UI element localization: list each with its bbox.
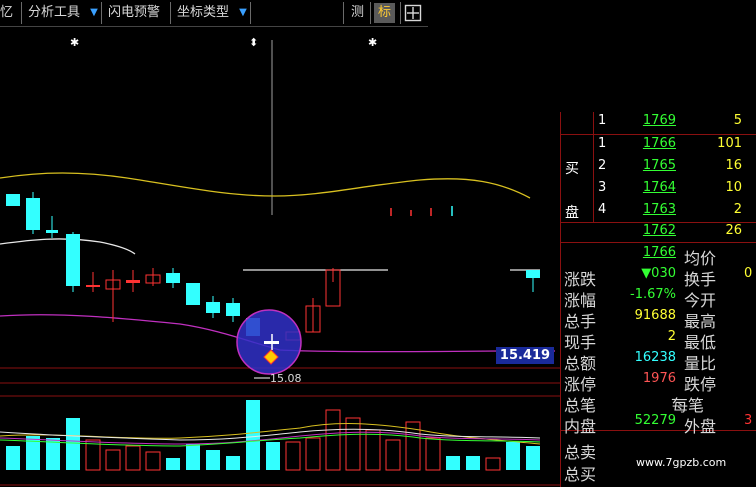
stat-label: 总买 bbox=[564, 465, 597, 484]
order-row[interactable]: 1762 26 bbox=[560, 223, 756, 245]
candle-up bbox=[86, 285, 100, 287]
disk-label: 盘 bbox=[565, 205, 579, 221]
low-price-label: 15.08 bbox=[270, 372, 302, 385]
order-level: 2 bbox=[598, 158, 607, 173]
stat-row: 涨跌 ▼030 换手 0 bbox=[560, 266, 756, 289]
order-price: 1762 bbox=[642, 223, 676, 238]
volume-bar bbox=[285, 441, 301, 471]
order-level: 3 bbox=[598, 180, 607, 195]
candle-down bbox=[26, 198, 40, 230]
stat-row: 涨停 1976 跌停 bbox=[560, 371, 756, 394]
volume-bar bbox=[506, 442, 520, 470]
watermark-text: www.7gpzb.com bbox=[636, 456, 727, 469]
stat-row: 现手 2 最低 bbox=[560, 329, 756, 352]
event-marker: ✱ bbox=[70, 36, 79, 49]
stat-value: 52279 bbox=[634, 413, 676, 428]
volume-bar bbox=[125, 445, 141, 471]
candle-down bbox=[206, 302, 220, 313]
stat-value: 1976 bbox=[642, 371, 676, 386]
upper-band-line bbox=[0, 172, 531, 199]
order-level: 4 bbox=[598, 202, 607, 217]
candle-down bbox=[166, 273, 180, 283]
candle-down bbox=[6, 194, 20, 206]
stat-value: 2 bbox=[667, 329, 676, 344]
volume-bar bbox=[485, 457, 501, 471]
stat-value: 91688 bbox=[634, 308, 676, 323]
volume-bar bbox=[105, 449, 121, 471]
order-row[interactable]: 3 1764 10 bbox=[560, 180, 756, 202]
volume-bar bbox=[425, 437, 441, 471]
order-volume: 5 bbox=[733, 113, 742, 128]
stat-row: 总手 91688 最高 bbox=[560, 308, 756, 331]
stat-value: 0 bbox=[744, 266, 753, 281]
volume-bar bbox=[246, 400, 260, 470]
stat-label: 外盘 bbox=[684, 417, 717, 436]
order-price: 1769 bbox=[642, 113, 676, 128]
order-price: 1766 bbox=[642, 136, 676, 151]
volume-bar bbox=[186, 444, 200, 470]
buy-label: 买 bbox=[565, 161, 579, 177]
volume-bar bbox=[66, 418, 80, 470]
stat-value: ▼030 bbox=[641, 266, 676, 281]
event-marker: ✱ bbox=[368, 36, 377, 49]
order-price: 1765 bbox=[642, 158, 676, 173]
volume-bar bbox=[266, 442, 280, 470]
volume-bar bbox=[345, 417, 361, 471]
order-level: 1 bbox=[598, 136, 607, 151]
order-row[interactable]: 1 1766 101 bbox=[560, 136, 756, 158]
order-row[interactable]: 1 1769 5 bbox=[560, 113, 756, 135]
volume-bar bbox=[226, 456, 240, 470]
order-volume: 10 bbox=[725, 180, 742, 195]
candle-down bbox=[526, 270, 540, 278]
stat-label: 总卖 bbox=[564, 443, 597, 462]
candle-down bbox=[186, 283, 200, 305]
volume-bar bbox=[446, 456, 460, 470]
order-row[interactable]: 买 2 1765 16 bbox=[560, 158, 756, 180]
candle-up bbox=[126, 280, 140, 283]
candle-down bbox=[66, 234, 80, 286]
volume-bar bbox=[466, 456, 480, 470]
stat-row: 总笔 - 每笔 bbox=[560, 392, 756, 415]
volume-bar bbox=[206, 450, 220, 470]
order-volume: 16 bbox=[725, 158, 742, 173]
candle-down bbox=[226, 303, 240, 316]
volume-bar bbox=[526, 446, 540, 470]
event-marker: ⬍ bbox=[249, 36, 258, 49]
stat-value: 16238 bbox=[634, 350, 676, 365]
order-row[interactable]: 盘 4 1763 2 bbox=[560, 202, 756, 224]
stat-label: 内盘 bbox=[564, 417, 597, 436]
volume-bar bbox=[325, 409, 341, 471]
stat-row: 1766 均价 bbox=[560, 245, 756, 268]
volume-bar bbox=[145, 451, 161, 471]
stat-row: 总额 16238 量比 bbox=[560, 350, 756, 373]
order-price: 1763 bbox=[642, 202, 676, 217]
candlestick-chart[interactable]: ✱ ⬍ ✱ 15.08 bbox=[0, 0, 560, 487]
volume-bar bbox=[6, 446, 20, 470]
stat-value: 3 bbox=[744, 413, 753, 428]
stat-row: 内盘 52279 外盘 3 bbox=[560, 413, 756, 436]
candle-down bbox=[46, 230, 58, 233]
order-volume: 2 bbox=[733, 202, 742, 217]
stat-value: -1.67% bbox=[630, 287, 676, 302]
volume-bar bbox=[385, 439, 401, 471]
stat-row: 涨幅 -1.67% 今开 bbox=[560, 287, 756, 310]
order-volume: 101 bbox=[717, 136, 742, 151]
candle-doji bbox=[264, 341, 279, 344]
stat-value: 1766 bbox=[642, 245, 676, 260]
volume-bar bbox=[365, 429, 381, 471]
quote-panel: 1 1769 5 1 1766 101 买 2 1765 16 3 1764 1… bbox=[560, 112, 756, 487]
volume-bar bbox=[305, 437, 321, 471]
order-level: 1 bbox=[598, 113, 607, 128]
order-volume: 26 bbox=[725, 223, 742, 238]
current-price-tag: 15.419 bbox=[496, 347, 554, 364]
volume-bar bbox=[166, 458, 180, 470]
order-price: 1764 bbox=[642, 180, 676, 195]
